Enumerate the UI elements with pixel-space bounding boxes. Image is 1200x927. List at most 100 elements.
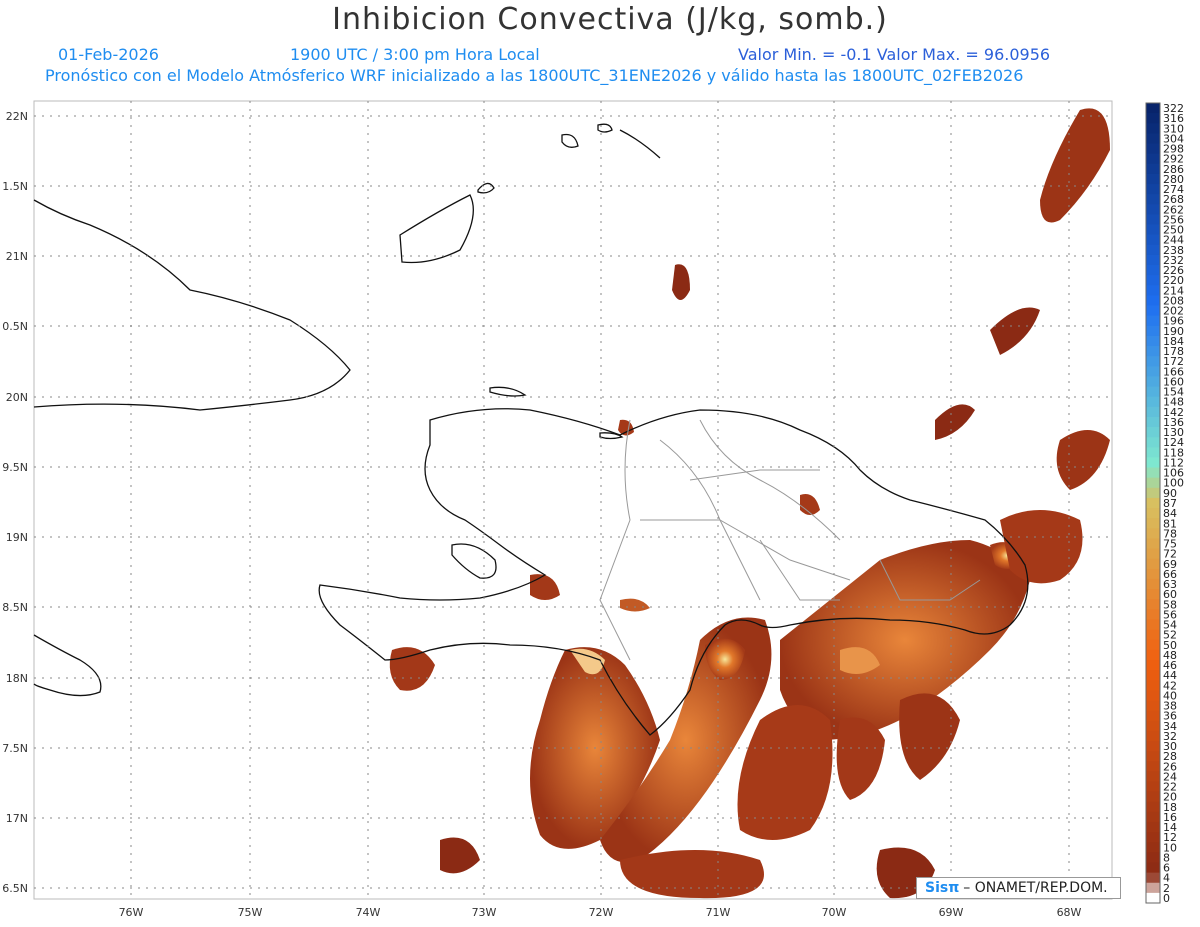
colorbar-swatch (1146, 700, 1160, 712)
colorbar-swatch (1146, 649, 1160, 661)
colorbar-swatch (1146, 224, 1160, 236)
colorbar-swatch (1146, 457, 1160, 469)
colorbar-swatch (1146, 386, 1160, 398)
colorbar-swatch (1146, 508, 1160, 519)
lat-label: 6.5N (2, 882, 28, 895)
lon-label: 68W (1057, 906, 1082, 919)
colorbar-swatch (1146, 204, 1160, 215)
colorbar-swatch (1146, 346, 1160, 357)
lon-label: 74W (356, 906, 381, 919)
colorbar-swatch (1146, 629, 1160, 641)
colorbar-swatch (1146, 113, 1160, 124)
colorbar-swatch (1146, 720, 1160, 732)
colorbar-swatch (1146, 194, 1160, 205)
colorbar-swatch (1146, 659, 1160, 671)
colorbar-swatch (1146, 852, 1160, 863)
lat-label: 7.5N (2, 742, 28, 755)
colorbar-swatch (1146, 882, 1160, 894)
colorbar: 3223163103042982922862802742682622562502… (1145, 102, 1184, 905)
colorbar-swatch (1146, 761, 1160, 772)
colorbar-label: 0 (1163, 892, 1170, 905)
colorbar-swatch (1146, 568, 1160, 580)
colorbar-swatch (1146, 832, 1160, 843)
colorbar-swatch (1146, 862, 1160, 874)
colorbar-swatch (1146, 173, 1160, 185)
map-canvas: 22N 1.5N 21N 0.5N 20N 9.5N 19N 8.5N 18N … (2, 100, 1184, 919)
credit-text: – ONAMET/REP.DOM. (963, 880, 1108, 896)
colorbar-swatch (1146, 771, 1160, 782)
colorbar-swatch (1146, 214, 1160, 226)
colorbar-swatch (1146, 153, 1160, 165)
colorbar-swatch (1146, 548, 1160, 560)
colorbar-swatch (1146, 265, 1160, 276)
colorbar-swatch (1146, 872, 1160, 884)
colorbar-swatch (1146, 811, 1160, 823)
colorbar-swatch (1146, 254, 1160, 266)
colorbar-swatch (1146, 234, 1160, 246)
colorbar-swatch (1146, 396, 1160, 408)
colorbar-swatch (1146, 487, 1160, 499)
colorbar-swatch (1146, 447, 1160, 458)
colorbar-swatch (1146, 406, 1160, 418)
sispi-logo: Sisπ (925, 880, 960, 896)
lat-label: 1.5N (2, 180, 28, 193)
colorbar-swatch (1146, 578, 1160, 590)
lat-label: 17N (6, 812, 28, 825)
lat-label: 19N (6, 531, 28, 544)
colorbar-swatch (1146, 518, 1160, 529)
colorbar-swatch (1146, 670, 1160, 681)
colorbar-swatch (1146, 680, 1160, 691)
lat-label: 0.5N (2, 320, 28, 333)
colorbar-swatch (1146, 315, 1160, 327)
colorbar-swatch (1146, 305, 1160, 317)
colorbar-swatch (1146, 133, 1160, 145)
colorbar-swatch (1146, 376, 1160, 388)
lon-label: 75W (238, 906, 263, 919)
colorbar-swatch (1146, 609, 1160, 620)
lon-label: 71W (706, 906, 731, 919)
colorbar-swatch (1146, 497, 1160, 509)
colorbar-swatch (1146, 163, 1160, 175)
colorbar-swatch (1146, 467, 1160, 479)
colorbar-swatch (1146, 427, 1160, 438)
lon-label: 76W (119, 906, 144, 919)
lat-label: 20N (6, 391, 28, 404)
longitude-labels: 76W 75W 74W 73W 72W 71W 70W 69W 68W (119, 906, 1082, 919)
colorbar-swatch (1146, 477, 1160, 489)
colorbar-swatch (1146, 244, 1160, 256)
credit-box: Sisπ – ONAMET/REP.DOM. (916, 877, 1121, 899)
colorbar-swatch (1146, 275, 1160, 286)
colorbar-swatch (1146, 123, 1160, 134)
lat-label: 8.5N (2, 601, 28, 614)
lat-label: 21N (6, 250, 28, 263)
colorbar-swatch (1146, 335, 1160, 347)
colorbar-swatch (1146, 295, 1160, 307)
colorbar-swatch (1146, 730, 1160, 742)
colorbar-swatch (1146, 416, 1160, 428)
colorbar-swatch (1146, 437, 1160, 448)
colorbar-swatch (1146, 325, 1160, 337)
colorbar-swatch (1146, 801, 1160, 813)
lon-label: 72W (589, 906, 614, 919)
colorbar-swatch (1146, 589, 1160, 600)
colorbar-swatch (1146, 710, 1160, 722)
lon-label: 73W (472, 906, 497, 919)
lon-label: 69W (939, 906, 964, 919)
colorbar-swatch (1146, 356, 1160, 367)
colorbar-swatch (1146, 538, 1160, 550)
lat-label: 18N (6, 672, 28, 685)
colorbar-swatch (1146, 791, 1160, 803)
latitude-labels: 22N 1.5N 21N 0.5N 20N 9.5N 19N 8.5N 18N … (2, 110, 28, 895)
colorbar-swatch (1146, 781, 1160, 793)
colorbar-swatch (1146, 892, 1160, 904)
colorbar-swatch (1146, 751, 1160, 762)
lat-label: 22N (6, 110, 28, 123)
colorbar-swatch (1146, 821, 1160, 833)
colorbar-swatch (1146, 103, 1160, 114)
colorbar-swatch (1146, 143, 1160, 155)
colorbar-swatch (1146, 558, 1160, 570)
colorbar-swatch (1146, 366, 1160, 377)
colorbar-swatch (1146, 842, 1160, 853)
colorbar-swatch (1146, 528, 1160, 539)
colorbar-swatch (1146, 619, 1160, 631)
